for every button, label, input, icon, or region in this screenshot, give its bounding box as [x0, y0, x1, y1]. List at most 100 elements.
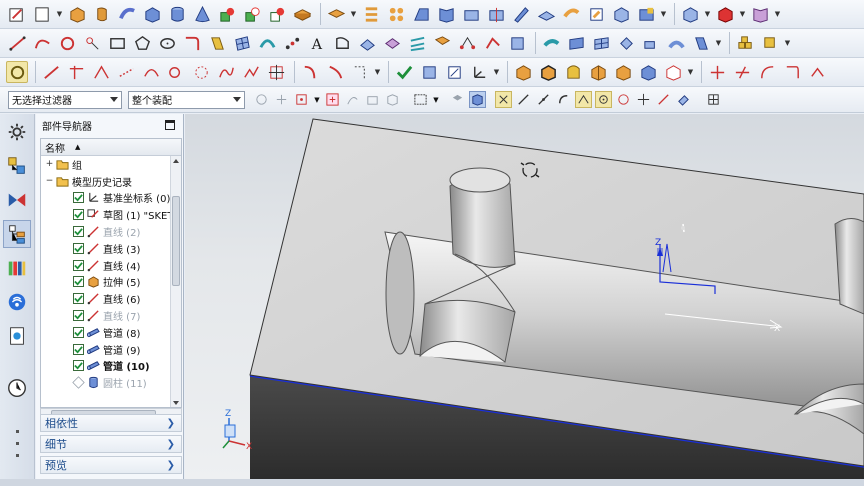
tree-vertical-scrollbar[interactable]: [170, 156, 181, 407]
visibility-checkbox[interactable]: [73, 192, 84, 204]
bridge-icon[interactable]: [665, 32, 687, 54]
dropdown-arrow-icon[interactable]: ▼: [350, 3, 357, 25]
shaded-edges-icon[interactable]: [537, 61, 559, 83]
tree-row[interactable]: − 模型历史记录: [41, 173, 181, 190]
offset-curve-icon[interactable]: [349, 61, 371, 83]
sew-icon[interactable]: [510, 3, 532, 25]
tube-end-cap[interactable]: [385, 231, 415, 355]
delete-face-icon[interactable]: [635, 3, 657, 25]
snap-line-icon[interactable]: [515, 91, 532, 108]
line-icon[interactable]: [40, 61, 62, 83]
thicken-icon[interactable]: [535, 3, 557, 25]
tree-row[interactable]: 管道 (8): [41, 324, 181, 341]
circle-tool-icon[interactable]: [165, 61, 187, 83]
scroll-up-icon[interactable]: [173, 159, 179, 163]
toolbar-overflow-icon[interactable]: ▼: [715, 32, 722, 54]
revolve-icon[interactable]: [91, 3, 113, 25]
line-icon[interactable]: [115, 61, 137, 83]
toolbar-overflow-icon[interactable]: ▼: [660, 3, 667, 25]
arc-icon[interactable]: [31, 32, 53, 54]
details-section[interactable]: 细节 ❯: [40, 435, 182, 453]
offset-surface-icon[interactable]: [281, 32, 303, 54]
face-analysis-icon[interactable]: [662, 61, 684, 83]
dropdown-arrow-icon[interactable]: ▼: [56, 3, 63, 25]
divide-curve-icon[interactable]: [731, 61, 753, 83]
snap-existing-icon[interactable]: [635, 91, 652, 108]
toolbar-overflow-icon[interactable]: ▼: [687, 61, 694, 83]
trim-sheet-icon[interactable]: [506, 32, 528, 54]
visibility-checkbox[interactable]: [73, 209, 84, 221]
visibility-checkbox[interactable]: [73, 310, 84, 322]
select-solid-icon[interactable]: [469, 91, 486, 108]
tree-row[interactable]: 基准坐标系 (0): [41, 190, 181, 207]
snap-endpoint-icon[interactable]: [495, 91, 512, 108]
extension-sheet-icon[interactable]: [481, 32, 503, 54]
visibility-checkbox[interactable]: [73, 326, 84, 338]
ruled-surface-icon[interactable]: [431, 32, 453, 54]
expand-icon[interactable]: +: [45, 159, 54, 169]
snap-quadrant-icon[interactable]: [615, 91, 632, 108]
flange-icon[interactable]: [640, 32, 662, 54]
assembly-icon[interactable]: [734, 32, 756, 54]
hd3d-tools-icon[interactable]: [3, 288, 31, 316]
rectangle-icon[interactable]: [106, 32, 128, 54]
view-cube-icon[interactable]: [679, 3, 701, 25]
select-face-icon[interactable]: [364, 91, 381, 108]
mesh-surface-icon[interactable]: [231, 32, 253, 54]
fillet-curve-icon[interactable]: [181, 32, 203, 54]
tree-row[interactable]: 直线 (3): [41, 240, 181, 257]
select-object-icon[interactable]: [449, 91, 466, 108]
replace-face-icon[interactable]: [585, 3, 607, 25]
history-icon[interactable]: [3, 374, 31, 402]
draft-icon[interactable]: [410, 3, 432, 25]
cylinder-icon[interactable]: [166, 3, 188, 25]
polygon-icon[interactable]: [131, 32, 153, 54]
unite-icon[interactable]: [216, 3, 238, 25]
snap-center-icon[interactable]: [595, 91, 612, 108]
circle-tool-icon[interactable]: [56, 32, 78, 54]
point-icon[interactable]: [81, 32, 103, 54]
shaded-view-icon[interactable]: [512, 61, 534, 83]
snap-point-icon[interactable]: [6, 61, 28, 83]
grid-icon[interactable]: [265, 61, 287, 83]
transition-icon[interactable]: [615, 32, 637, 54]
visibility-checkbox[interactable]: [73, 242, 84, 254]
join-curve-icon[interactable]: [806, 61, 828, 83]
column-name-header[interactable]: 名称: [45, 140, 65, 155]
move-face-icon[interactable]: [610, 3, 632, 25]
grid-surface-icon[interactable]: [590, 32, 612, 54]
tree-row[interactable]: 管道 (9): [41, 341, 181, 358]
snap-intersection-icon[interactable]: [575, 91, 592, 108]
swept-surface-icon[interactable]: [256, 32, 278, 54]
tree-row[interactable]: 拉伸 (5): [41, 274, 181, 291]
toolbar-options-icon[interactable]: [705, 91, 722, 108]
extrude-icon[interactable]: [66, 3, 88, 25]
visibility-checkbox[interactable]: [73, 343, 84, 355]
intersect-icon[interactable]: [266, 3, 288, 25]
tree-row[interactable]: 直线 (2): [41, 223, 181, 240]
model-view[interactable]: Z X Z X: [185, 114, 864, 486]
curve-icon[interactable]: [299, 61, 321, 83]
new-sketch-icon[interactable]: [31, 3, 53, 25]
offset-face-icon[interactable]: [360, 3, 382, 25]
cone-icon[interactable]: [191, 3, 213, 25]
snap-face-icon[interactable]: [675, 91, 692, 108]
check-icon[interactable]: [393, 61, 415, 83]
web-browser-icon[interactable]: [3, 322, 31, 350]
line-icon[interactable]: [90, 61, 112, 83]
sketch-tool-icon[interactable]: [6, 3, 28, 25]
chevron-down-icon[interactable]: ▼: [432, 91, 440, 108]
n-sided-surface-icon[interactable]: [540, 32, 562, 54]
dropdown-arrow-icon[interactable]: ▼: [774, 3, 781, 25]
visibility-checkbox[interactable]: [73, 226, 84, 238]
hidden-edges-icon[interactable]: [612, 61, 634, 83]
selection-box-icon[interactable]: [412, 91, 429, 108]
curved-surface-icon[interactable]: [565, 32, 587, 54]
selection-intent-icon[interactable]: [324, 91, 341, 108]
tree-row[interactable]: 圆柱 (11): [41, 374, 181, 391]
type-filter-select[interactable]: 无选择过滤器: [8, 90, 122, 109]
measure-icon[interactable]: [443, 61, 465, 83]
branch-tube-right-top[interactable]: [834, 218, 864, 315]
dropdown-arrow-icon[interactable]: ▼: [739, 3, 746, 25]
sketch-curve-icon[interactable]: [331, 32, 353, 54]
